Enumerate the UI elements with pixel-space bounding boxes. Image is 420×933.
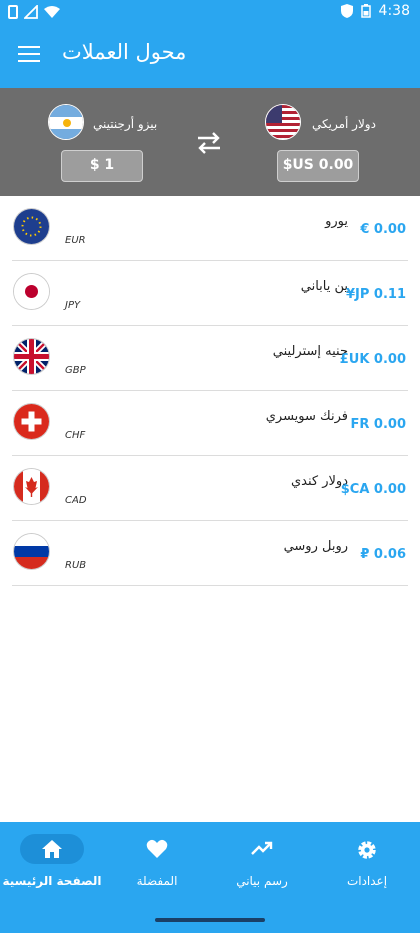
status-icons-left: [8, 5, 60, 19]
currency-code: EUR: [65, 235, 86, 246]
currency-code: CAD: [65, 495, 87, 506]
currency-name: جنيه إسترليني: [272, 344, 348, 359]
currency-name: دولار كندي: [290, 474, 348, 489]
shield-icon: [340, 4, 353, 18]
heart-icon: [125, 834, 189, 864]
nav-chart-label: رسم بياني: [236, 874, 288, 888]
currency-name: يورو: [325, 214, 348, 229]
currency-value: € 0.00: [360, 222, 406, 237]
to-amount-display: $US 0.00: [277, 150, 359, 182]
switzerland-flag: [14, 404, 49, 439]
from-amount-input[interactable]: $ 1: [61, 150, 143, 182]
nav-settings-label: إعدادات: [346, 874, 388, 888]
currency-code: RUB: [65, 560, 87, 571]
battery-icon: [360, 4, 371, 18]
list-item[interactable]: RUB روبل روسي ₽ 0.06: [12, 521, 408, 586]
status-icons-right: 4:38: [340, 3, 410, 19]
wifi-icon: [44, 6, 60, 18]
japan-flag: [14, 274, 49, 309]
clock: 4:38: [378, 3, 410, 19]
swap-icon[interactable]: [196, 132, 222, 154]
currency-value: ₽ 0.06: [360, 547, 406, 562]
eu-flag: [14, 209, 49, 244]
status-bar: 4:38: [0, 0, 420, 24]
page-title: محول العملات: [62, 40, 187, 64]
app-bar: محول العملات: [0, 24, 420, 88]
list-item[interactable]: CAD دولار كندي $CA 0.00: [12, 456, 408, 521]
menu-icon[interactable]: [18, 46, 40, 64]
russia-flag: [14, 534, 49, 569]
currency-name: ين ياباني: [300, 279, 348, 294]
from-currency-name: بيزو أرجنتيني: [93, 117, 158, 131]
nav-settings[interactable]: إعدادات: [317, 834, 417, 888]
to-currency-name: دولار أمريكي: [312, 117, 376, 131]
nav-chart[interactable]: رسم بياني: [212, 834, 312, 888]
from-currency[interactable]: بيزو أرجنتيني $ 1: [30, 88, 210, 196]
list-item[interactable]: CHF فرنك سويسري FR 0.00: [12, 391, 408, 456]
currency-code: CHF: [65, 430, 86, 441]
argentina-flag: [48, 104, 84, 140]
nav-favorites[interactable]: المفضلة: [107, 834, 207, 888]
notification-icon: [8, 5, 18, 19]
trending-up-icon: [230, 834, 294, 864]
nav-favorites-label: المفضلة: [136, 874, 178, 888]
currency-name: روبل روسي: [283, 539, 348, 554]
canada-flag: [14, 469, 49, 504]
currency-name: فرنك سويسري: [265, 409, 348, 424]
currency-value: FR 0.00: [350, 417, 407, 432]
uk-flag: [14, 339, 49, 374]
currency-value: $CA 0.00: [340, 482, 406, 497]
signal-icon: [24, 5, 38, 19]
nav-home[interactable]: الصفحة الرئيسية: [2, 834, 102, 888]
home-indicator: [155, 918, 265, 922]
to-currency[interactable]: دولار أمريكي $US 0.00: [240, 88, 420, 196]
currency-code: JPY: [65, 300, 81, 311]
list-item[interactable]: GBP جنيه إسترليني £UK 0.00: [12, 326, 408, 391]
list-item[interactable]: JPY ين ياباني ¥JP 0.11: [12, 261, 408, 326]
currency-list: EUR يورو € 0.00 JPY ين ياباني ¥JP 0.11 G…: [12, 196, 408, 586]
bottom-navigation: الصفحة الرئيسية المفضلة رسم بياني إعدادا…: [0, 822, 420, 933]
currency-value: ¥JP 0.11: [345, 287, 406, 302]
currency-code: GBP: [65, 365, 86, 376]
nav-home-label: الصفحة الرئيسية: [2, 874, 102, 888]
converter-panel: بيزو أرجنتيني $ 1 دولار أمريكي $US 0.00: [0, 88, 420, 196]
gear-icon: [335, 834, 399, 864]
home-icon: [20, 834, 84, 864]
list-item[interactable]: EUR يورو € 0.00: [12, 196, 408, 261]
usa-flag: [265, 104, 301, 140]
currency-value: £UK 0.00: [339, 352, 406, 367]
